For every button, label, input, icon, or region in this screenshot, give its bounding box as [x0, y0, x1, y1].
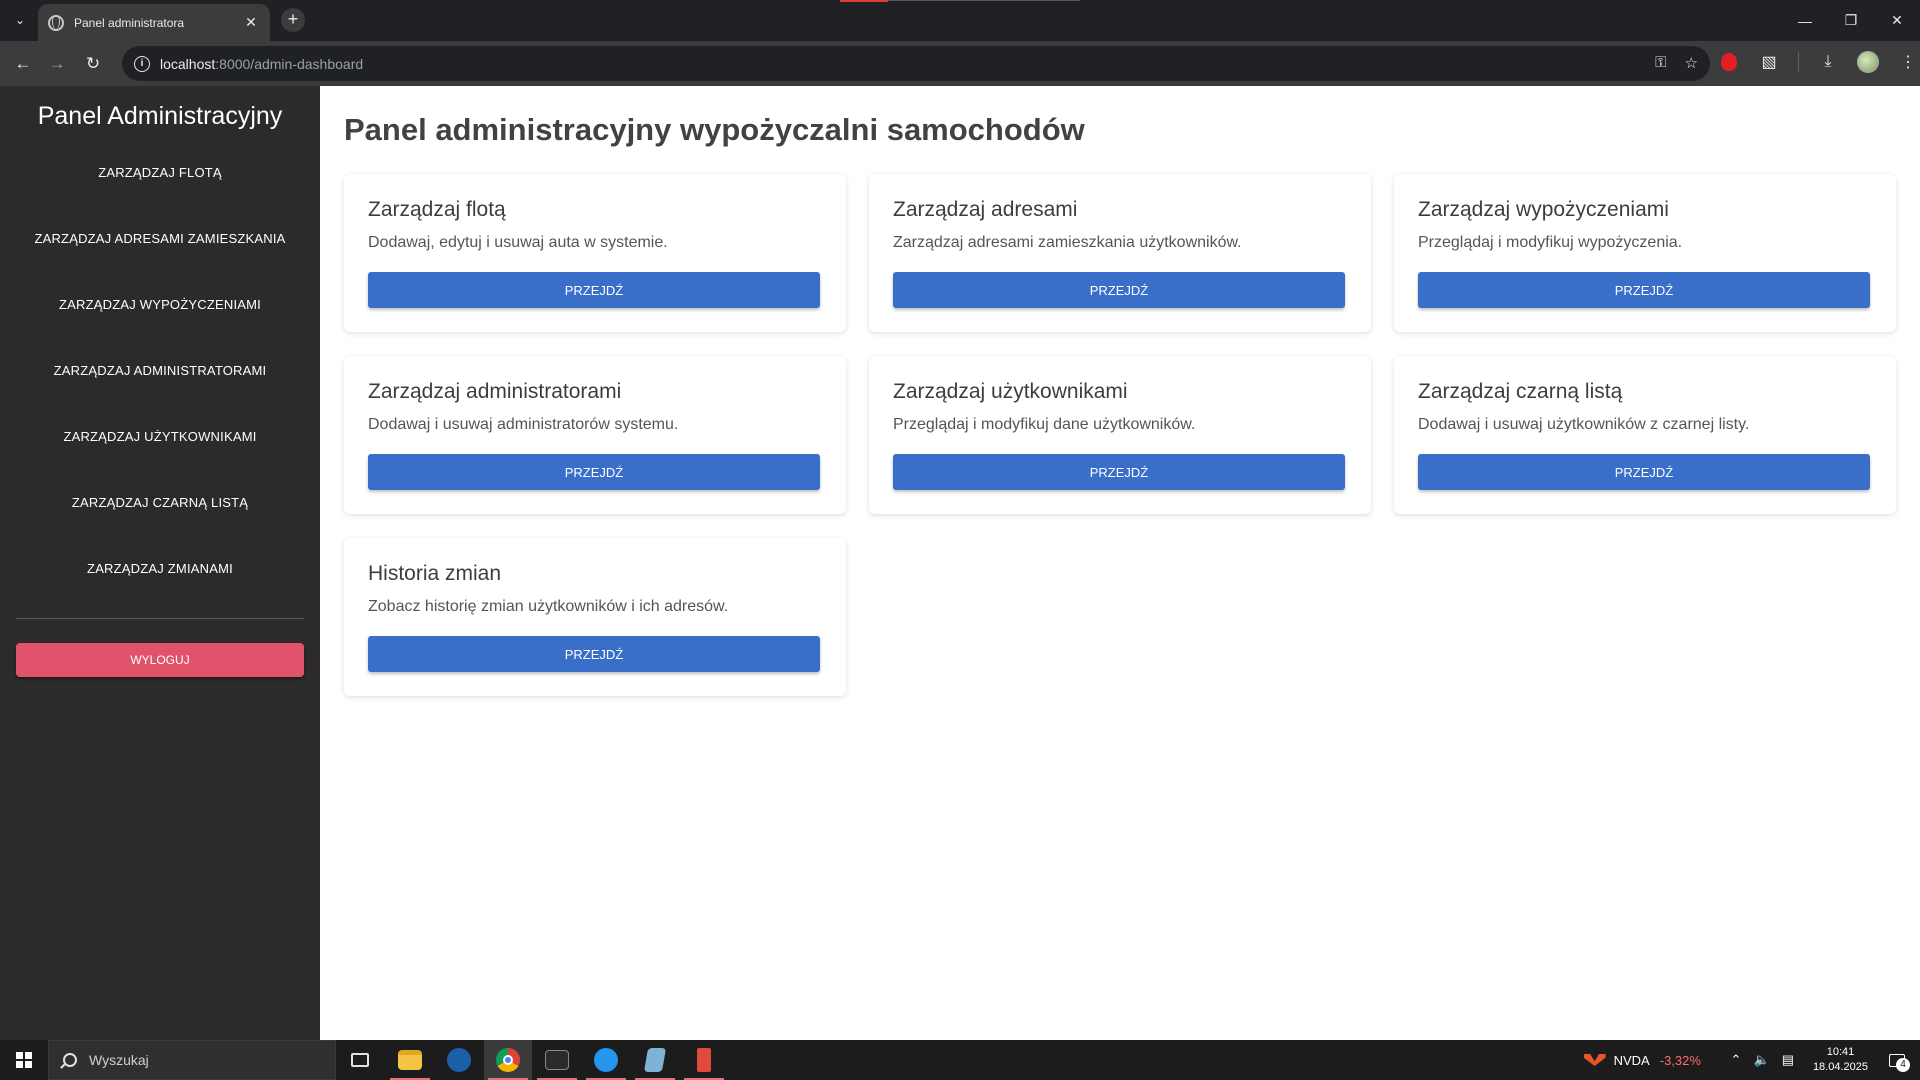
url-host: localhost	[160, 55, 216, 72]
web-page: Panel Administracyjny Zarządzaj flotą Za…	[0, 86, 1920, 1040]
blacklist-go-button[interactable]: Przejdź	[1418, 454, 1870, 490]
card-description: Zarządzaj adresami zamieszkania użytkown…	[893, 234, 1242, 251]
sidebar-item-addresses[interactable]: Zarządzaj adresami zamieszkania	[0, 231, 320, 246]
card-description: Dodawaj, edytuj i usuwaj auta w systemie…	[368, 234, 668, 251]
password-key-icon[interactable]: ⚿	[1655, 54, 1666, 72]
card-description: Dodawaj i usuwaj użytkowników z czarnej …	[1418, 416, 1750, 433]
card-description: Dodawaj i usuwaj administratorów systemu…	[368, 416, 679, 433]
card-description: Przeglądaj i modyfikuj wypożyczenia.	[1418, 234, 1683, 251]
taskbar: Wyszukaj NVDA -3,32% ⌃ 🔈 ▤ 10:41 18.04.2…	[0, 1040, 1920, 1080]
sidebar: Panel Administracyjny Zarządzaj flotą Za…	[0, 86, 320, 1040]
new-tab-button[interactable]: +	[281, 8, 305, 32]
card-title: Zarządzaj czarną listą	[1418, 380, 1623, 403]
notepad-icon[interactable]	[631, 1040, 679, 1080]
tab-strip-indicator	[840, 0, 888, 2]
start-button[interactable]	[0, 1040, 48, 1080]
extensions-puzzle-icon[interactable]: ▧	[1758, 51, 1780, 73]
stock-change: -3,32%	[1659, 1052, 1701, 1068]
restore-icon[interactable]: ❐	[1828, 0, 1874, 41]
window-controls: — ❐ ✕	[1782, 0, 1920, 41]
sidebar-item-blacklist[interactable]: Zarządzaj czarną listą	[0, 495, 320, 510]
minimize-icon[interactable]: —	[1782, 0, 1828, 41]
back-arrow-icon[interactable]: ←	[10, 51, 36, 77]
card-title: Historia zmian	[368, 562, 502, 585]
kebab-menu-icon[interactable]: ⋮	[1897, 51, 1919, 73]
tab-search-chevron-icon[interactable]: ⌄	[8, 8, 32, 32]
notification-center[interactable]: 4	[1882, 1040, 1912, 1080]
stock-widget-icon	[1583, 1054, 1606, 1066]
history-go-button[interactable]: Przejdź	[368, 636, 820, 672]
sidebar-divider	[16, 618, 304, 619]
address-bar[interactable]: i localhost:8000/admin-dashboard ⚿ ☆	[122, 46, 1710, 81]
card-fleet: Zarządzaj flotą Dodawaj, edytuj i usuwaj…	[344, 174, 846, 332]
card-description: Zobacz historię zmian użytkowników i ich…	[368, 598, 729, 615]
network-icon[interactable]: ▤	[1777, 1052, 1799, 1068]
browser-tab-bar: ⌄ Panel administratora ✕ + — ❐ ✕	[0, 0, 1920, 41]
fleet-go-button[interactable]: Przejdź	[368, 272, 820, 308]
terminal-icon[interactable]	[533, 1040, 581, 1080]
toolbar-separator	[1798, 52, 1799, 72]
tab-title: Panel administratora	[74, 15, 185, 30]
system-tray: NVDA -3,32% ⌃ 🔈 ▤ 10:41 18.04.2025 4	[1583, 1040, 1920, 1080]
users-go-button[interactable]: Przejdź	[893, 454, 1345, 490]
tab-strip-line	[888, 0, 1080, 1]
browser-tab[interactable]: Panel administratora ✕	[38, 4, 270, 41]
url-path: :8000/admin-dashboard	[215, 55, 364, 72]
forward-arrow-icon[interactable]: →	[44, 51, 70, 77]
browser-toolbar: ← → ↻ i localhost:8000/admin-dashboard ⚿…	[0, 41, 1920, 86]
taskbar-search-placeholder: Wyszukaj	[89, 1052, 149, 1068]
chrome-icon[interactable]	[484, 1040, 532, 1080]
close-window-icon[interactable]: ✕	[1874, 0, 1920, 41]
main-content: Panel administracyjny wypożyczalni samoc…	[320, 86, 1920, 1040]
snipping-tool-icon[interactable]	[680, 1040, 728, 1080]
administrators-go-button[interactable]: Przejdź	[368, 454, 820, 490]
logout-button[interactable]: Wyloguj	[16, 643, 304, 677]
windows-logo-icon	[16, 1052, 32, 1068]
site-info-icon[interactable]: i	[134, 55, 150, 72]
clock-time: 10:41	[1826, 1046, 1855, 1058]
rentals-go-button[interactable]: Przejdź	[1418, 272, 1870, 308]
card-rentals: Zarządzaj wypożyczeniami Przeglądaj i mo…	[1394, 174, 1896, 332]
sidebar-item-fleet[interactable]: Zarządzaj flotą	[0, 165, 320, 180]
card-users: Zarządzaj użytkownikami Przeglądaj i mod…	[869, 356, 1371, 514]
sidebar-item-changes[interactable]: Zarządzaj zmianami	[0, 561, 320, 576]
reload-icon[interactable]: ↻	[80, 51, 106, 77]
download-icon[interactable]: ⤓	[1817, 51, 1839, 73]
adblock-extension-icon[interactable]	[1718, 51, 1740, 73]
card-addresses: Zarządzaj adresami Zarządzaj adresami za…	[869, 174, 1371, 332]
sidebar-item-administrators[interactable]: Zarządzaj administratorami	[0, 363, 320, 378]
notification-badge: 4	[1896, 1058, 1910, 1072]
card-description: Przeglądaj i modyfikuj dane użytkowników…	[893, 416, 1196, 433]
task-view-icon[interactable]	[336, 1040, 384, 1080]
sidebar-title: Panel Administracyjny	[37, 102, 283, 130]
stock-ticker[interactable]: NVDA	[1614, 1053, 1650, 1068]
docker-icon[interactable]	[582, 1040, 630, 1080]
card-title: Zarządzaj administratorami	[368, 380, 622, 403]
bookmark-star-icon[interactable]: ☆	[1685, 54, 1698, 72]
taskbar-search[interactable]: Wyszukaj	[48, 1040, 336, 1080]
card-blacklist: Zarządzaj czarną listą Dodawaj i usuwaj …	[1394, 356, 1896, 514]
close-tab-icon[interactable]: ✕	[242, 14, 260, 31]
page-title: Panel administracyjny wypożyczalni samoc…	[344, 112, 1085, 147]
volume-icon[interactable]: 🔈	[1751, 1052, 1773, 1068]
extensions-area: ▧ ⤓ ⋮	[1718, 51, 1919, 73]
card-title: Zarządzaj adresami	[893, 198, 1078, 221]
addresses-go-button[interactable]: Przejdź	[893, 272, 1345, 308]
card-change-history: Historia zmian Zobacz historię zmian uży…	[344, 538, 846, 696]
profile-avatar[interactable]	[1857, 51, 1879, 73]
clock-date: 18.04.2025	[1812, 1061, 1868, 1073]
card-title: Zarządzaj flotą	[368, 198, 506, 221]
card-title: Zarządzaj wypożyczeniami	[1418, 198, 1669, 221]
file-explorer-icon[interactable]	[386, 1040, 434, 1080]
search-icon	[63, 1053, 77, 1067]
chevron-up-icon[interactable]: ⌃	[1725, 1052, 1747, 1068]
globe-icon	[48, 14, 64, 31]
clock[interactable]: 10:41 18.04.2025	[1813, 1045, 1868, 1075]
omnibox-actions: ⚿ ☆	[1655, 54, 1698, 72]
sidebar-item-users[interactable]: Zarządzaj użytkownikami	[0, 429, 320, 444]
steam-icon[interactable]	[435, 1040, 483, 1080]
card-title: Zarządzaj użytkownikami	[893, 380, 1128, 403]
sidebar-item-rentals[interactable]: Zarządzaj wypożyczeniami	[0, 297, 320, 312]
card-administrators: Zarządzaj administratorami Dodawaj i usu…	[344, 356, 846, 514]
